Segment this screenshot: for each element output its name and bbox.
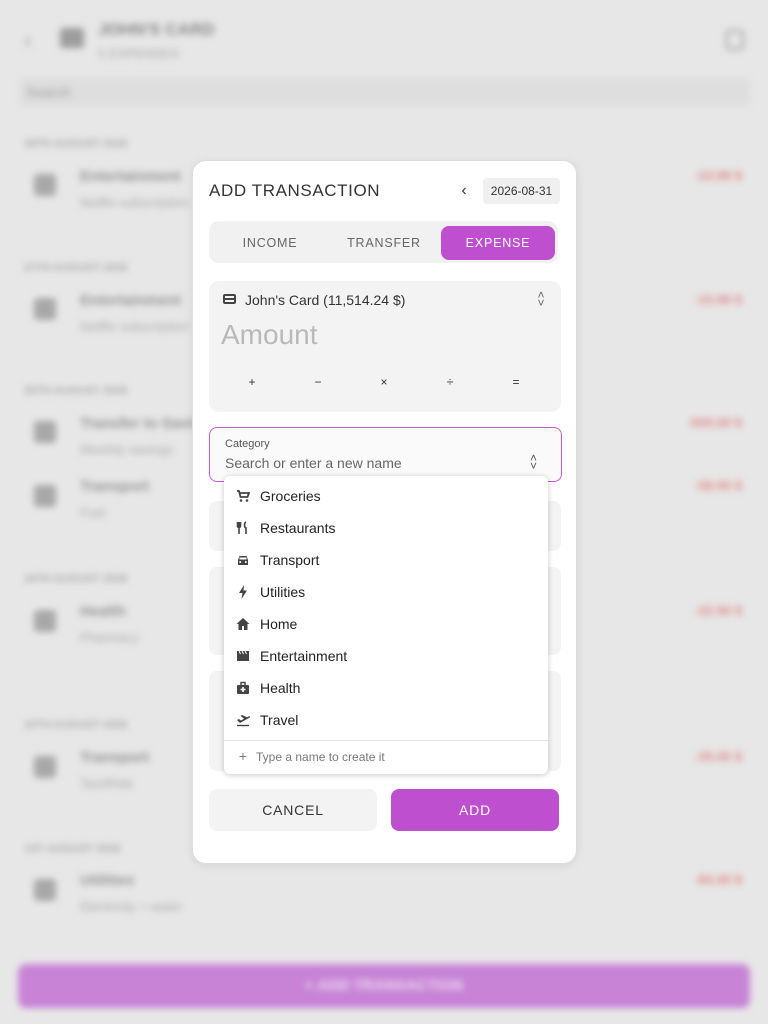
plane-icon xyxy=(236,713,250,727)
option-travel[interactable]: Travel xyxy=(224,704,548,736)
category-field[interactable]: Category ˄˅ xyxy=(209,427,562,482)
previous-day-icon[interactable]: ‹ xyxy=(455,181,473,201)
category-label: Category xyxy=(225,438,270,450)
add-button[interactable]: ADD xyxy=(391,789,559,831)
multiply-operator-button[interactable]: × xyxy=(369,375,399,389)
option-home[interactable]: Home xyxy=(224,608,548,640)
car-icon xyxy=(236,553,250,567)
plus-icon: + xyxy=(238,748,248,764)
account-select[interactable]: John's Card (11,514.24 $) xyxy=(245,292,405,308)
divide-operator-button[interactable]: ÷ xyxy=(435,375,465,389)
create-category-hint: Type a name to create it xyxy=(256,750,385,764)
amount-input[interactable] xyxy=(221,319,541,351)
option-groceries[interactable]: Groceries xyxy=(224,480,548,512)
tab-transfer[interactable]: TRANSFER xyxy=(327,226,441,260)
tab-expense[interactable]: EXPENSE xyxy=(441,226,555,260)
option-restaurants[interactable]: Restaurants xyxy=(224,512,548,544)
dropdown-divider xyxy=(224,740,548,741)
minus-operator-button[interactable]: − xyxy=(303,375,333,389)
amount-panel: John's Card (11,514.24 $) ˄˅ + − × ÷ = xyxy=(209,281,561,412)
option-utilities[interactable]: Utilities xyxy=(224,576,548,608)
option-transport[interactable]: Transport xyxy=(224,544,548,576)
option-label: Travel xyxy=(260,712,299,728)
home-icon xyxy=(236,617,250,631)
option-label: Restaurants xyxy=(260,520,336,536)
category-dropdown: Groceries Restaurants Transport Utilitie… xyxy=(224,476,548,774)
equals-operator-button[interactable]: = xyxy=(501,375,531,389)
plus-operator-button[interactable]: + xyxy=(237,375,267,389)
cart-icon xyxy=(236,489,250,503)
restaurant-icon xyxy=(236,521,250,535)
option-health[interactable]: Health xyxy=(224,672,548,704)
unfold-icon[interactable]: ˄ ˅ xyxy=(530,452,537,472)
movie-icon xyxy=(236,649,250,663)
bolt-icon xyxy=(236,585,250,599)
medical-bag-icon xyxy=(236,681,250,695)
option-label: Groceries xyxy=(260,488,321,504)
unfold-icon[interactable]: ˄ ˅ xyxy=(535,289,547,309)
dialog-title: ADD TRANSACTION xyxy=(209,181,381,200)
tab-income[interactable]: INCOME xyxy=(213,226,327,260)
credit-card-icon xyxy=(223,294,236,304)
option-entertainment[interactable]: Entertainment xyxy=(224,640,548,672)
option-label: Home xyxy=(260,616,298,632)
date-picker[interactable]: 2026-08-31 xyxy=(483,178,560,204)
option-label: Utilities xyxy=(260,584,306,600)
option-label: Health xyxy=(260,680,301,696)
option-label: Transport xyxy=(260,552,320,568)
cancel-button[interactable]: CANCEL xyxy=(209,789,377,831)
option-label: Entertainment xyxy=(260,648,348,664)
category-input[interactable] xyxy=(225,455,515,471)
transaction-type-tabs: INCOME TRANSFER EXPENSE xyxy=(209,221,558,263)
